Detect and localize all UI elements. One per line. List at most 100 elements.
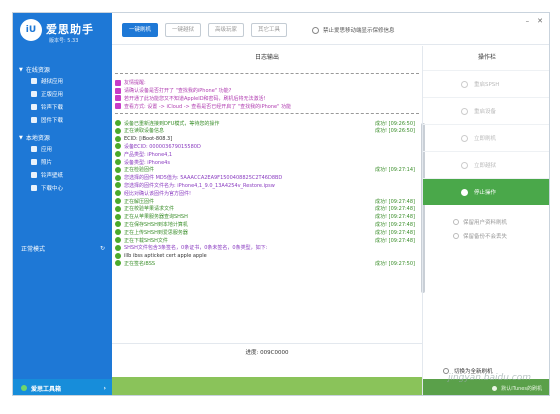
download-icon [31,117,37,123]
app-window: iU 爱思助手 版本号: 5.33 ▼ 在线资源 越狱应用 正版应用 铃声下载 … [12,12,550,396]
log-entry: 正在从苹果服务器查询SHSH 成功! [09:27:48] [115,213,419,221]
sidebar-item-wallpapers[interactable]: 铃声壁纸 [31,171,63,179]
log-entry: 正在读取设备信息 成功! [09:26:50] [115,127,419,135]
warning-icon [115,79,121,86]
log-entry: 正在上传SHSH到爱思服务器 成功! [09:27:48] [115,228,419,236]
check-icon [115,159,121,166]
check-icon [115,190,121,197]
check-icon [115,198,121,205]
keep-data-option[interactable]: 保留用户资料刷机 [423,215,549,229]
app-store-icon [31,91,37,97]
check-icon [115,120,121,127]
toolbar: 一键刷机 一键越狱 高级玩家 其它工具 禁止爱思移动端显示保修信息 – ✕ [112,13,549,45]
toolbox-button[interactable]: 爱思工具箱 › [13,379,112,395]
check-icon [115,205,121,212]
operation-button[interactable]: 重启SPSH [423,70,549,97]
minimize-icon[interactable]: – [526,17,530,25]
radio-icon [453,219,459,225]
app-logo: iU [20,19,42,41]
log-entry: illb ibss apticket cert apple apple [115,252,419,260]
action-icon [461,107,468,115]
sidebar-item-official-apps[interactable]: 正版应用 [31,90,63,98]
divider [115,73,419,77]
check-icon [115,166,121,173]
sidebar: iU 爱思助手 版本号: 5.33 ▼ 在线资源 越狱应用 正版应用 铃声下载 … [13,13,112,395]
log-title: 日志输出 [254,54,279,61]
operation-button[interactable]: 立即越狱 [423,151,549,178]
check-icon [115,260,121,267]
log-entry: 产品类型: iPhone4,1 [115,150,419,158]
log-entry: 正在下载SHSH文件 成功! [09:27:48] [115,236,419,244]
check-icon [115,213,121,220]
sidebar-item-ringtones[interactable]: 铃声下载 [31,103,63,111]
keep-backup-option[interactable]: 保留备份不会丢失 [423,229,549,243]
music-icon [31,104,37,110]
sidebar-item-jailbreak-apps[interactable]: 越狱应用 [31,77,63,85]
sidebar-item-apps[interactable]: 应用 [31,145,52,153]
operation-button[interactable]: 立即刷机 [423,124,549,151]
check-icon [115,127,121,134]
sidebar-item-download-center[interactable]: 下载中心 [31,184,63,192]
log-entry: SHSH文件包含3条签名，0条证书，0条未签名，0条类型，如下: [115,244,419,252]
close-icon[interactable]: ✕ [537,17,543,25]
chevron-right-icon: › [103,384,106,392]
log-entry: 设备类型: iPhone4s [115,158,419,166]
operation-button[interactable]: 停止操作 [423,178,549,205]
log-entry: 经比对确认该固件为官方固件! [115,189,419,197]
check-icon [115,182,121,189]
action-icon [461,80,468,88]
app-name: 爱思助手 [46,23,94,36]
log-entry: 设备已重新连接到DFU模式，等待您的操作 成功! [09:26:50] [115,119,419,127]
divider [115,113,419,117]
collapse-arrow-icon: ▼ [19,134,23,141]
photo-icon [31,159,37,165]
log-entry: ECID: [iBoot-808.3] [115,135,419,143]
log-notice-line: 请确认设备是否打开了 "查找我的iPhone" 功能? [115,87,419,95]
info-icon [492,385,498,391]
operation-panel: 操作栏 重启SPSH 重启设备 立即刷机 立即越狱 停止操作 保留用户资料刷机 保留备份… [422,46,549,395]
toolbox-icon [21,385,27,391]
log-entry: 正在检验固件 成功! [09:27:14] [115,166,419,174]
one-click-flash-button[interactable]: 一键刷机 [122,23,159,37]
app-icon [31,146,37,152]
one-click-jailbreak-button[interactable]: 一键越狱 [165,23,202,37]
app-icon [31,78,37,84]
section-local[interactable]: ▼ 本地资源 [19,133,50,143]
watermark: jingyan.baidu.com [447,373,531,383]
check-icon [115,244,121,251]
log-entry: 您选择的固件文件名为: iPhone4,1_9.0_13A4254v_Resto… [115,182,419,190]
radio-icon [312,26,319,34]
music-icon [31,172,37,178]
log-entry: 设备ECID: 000003679015580D [115,143,419,151]
action-icon [461,188,468,196]
check-icon [115,221,121,228]
sidebar-item-photos[interactable]: 照片 [31,158,52,166]
check-icon [115,229,121,236]
section-online[interactable]: ▼ 在线资源 [19,65,50,75]
hide-warranty-radio[interactable]: 禁止爱思移动端显示保修信息 [312,26,395,34]
warning-icon [115,95,121,102]
refresh-icon[interactable]: ↻ [100,245,105,252]
log-notice-line: 若开通了此功能您又不知道AppleID和密码，刷机后将无法激活! [115,95,419,103]
check-icon [115,237,121,244]
log-entry: 正在解压固件 成功! [09:27:48] [115,197,419,205]
log-output: 友情提醒: 请确认设备是否打开了 "查找我的iPhone" 功能? 若开通了此功能您… [115,70,419,355]
progress-status: 进度: 009C0000 [112,343,422,361]
other-tools-button[interactable]: 其它工具 [251,23,288,37]
download-icon [31,185,37,191]
window-controls: – ✕ [526,17,543,25]
check-icon [115,151,121,158]
check-icon [115,252,121,259]
log-entry: 您选择的固件 MD5值为: 5AAACCA2EA9F1500408825C2T4… [115,174,419,182]
log-entry: 正在保存SHSH到本地计算机 成功! [09:27:48] [115,221,419,229]
check-icon [115,135,121,142]
panel-title: 操作栏 [477,54,496,61]
operation-button[interactable]: 重启设备 [423,97,549,124]
log-notice-line: 查看方式: 设置 -> iCloud -> 查看是否已经开启了 "查找我的iPh… [115,102,419,110]
collapse-arrow-icon: ▼ [19,66,23,73]
advanced-player-button[interactable]: 高级玩家 [208,23,245,37]
sidebar-item-firmware[interactable]: 固件下载 [31,116,63,124]
warning-icon [115,87,121,94]
action-icon [461,161,468,169]
warning-icon [115,103,121,110]
